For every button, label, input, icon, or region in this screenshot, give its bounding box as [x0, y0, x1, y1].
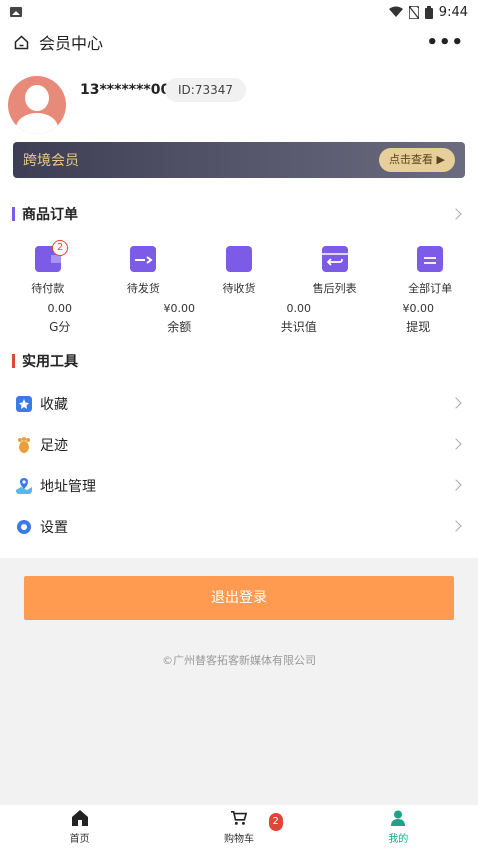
user-id-badge: ID:73347: [165, 78, 246, 102]
orders-section-title: 商品订单: [22, 207, 78, 223]
main-content: 13*******00 ID:73347 跨境会员 点击查看 ▶ 商品订单 2 …: [0, 60, 478, 558]
tool-favorites[interactable]: 收藏: [16, 394, 68, 414]
order-all[interactable]: 全部订单: [382, 246, 478, 296]
stat-withdraw[interactable]: ¥0.00 提现: [359, 302, 478, 335]
stat-balance[interactable]: ¥0.00 余额: [120, 302, 240, 335]
gear-icon: [17, 520, 31, 534]
logout-button[interactable]: 退出登录: [24, 576, 454, 620]
tool-label: 足迹: [40, 438, 68, 454]
address-chevron-right-icon[interactable]: [450, 479, 462, 491]
stat-label: 提现: [406, 320, 431, 334]
avatar[interactable]: [8, 76, 66, 134]
tool-label: 地址管理: [40, 479, 96, 495]
pending-payment-badge: 2: [52, 240, 68, 256]
stat-label: 余额: [167, 320, 192, 334]
tab-home[interactable]: 首页: [0, 805, 159, 850]
tool-address-management[interactable]: 地址管理: [16, 476, 96, 496]
order-label: 售后列表: [312, 282, 357, 295]
stat-value: 0.00: [286, 302, 312, 315]
shipment-box-icon: [130, 246, 157, 272]
favorites-chevron-right-icon[interactable]: [450, 397, 462, 409]
order-label: 待发货: [126, 282, 160, 295]
return-box-icon: [321, 246, 348, 272]
footprints-chevron-right-icon[interactable]: [450, 438, 462, 450]
tool-settings[interactable]: 设置: [16, 517, 68, 537]
settings-chevron-right-icon[interactable]: [450, 520, 462, 532]
stat-value: ¥0.00: [402, 302, 435, 315]
image-notification-icon: [10, 7, 22, 17]
order-label: 待付款: [31, 282, 65, 295]
star-badge-icon: [16, 396, 32, 412]
user-phone: 13*******00: [80, 82, 171, 98]
bottom-tab-bar: 首页 购物车 2 我的: [0, 805, 478, 850]
tools-section-header: 实用工具: [12, 351, 78, 371]
status-bar: 9:44: [0, 0, 478, 24]
more-icon[interactable]: •••: [426, 32, 464, 53]
stat-label: G分: [49, 320, 71, 334]
stat-g-points[interactable]: 0.00 G分: [0, 302, 120, 335]
tab-cart[interactable]: 购物车 2: [159, 805, 318, 850]
home-icon[interactable]: [14, 34, 29, 50]
app-header: 会员中心 •••: [0, 24, 478, 60]
page-title: 会员中心: [39, 34, 104, 53]
stat-consensus[interactable]: 0.00 共识值: [239, 302, 359, 335]
account-stats-row: 0.00 G分 ¥0.00 余额 0.00 共识值 ¥0.00 提现: [0, 302, 478, 335]
battery-icon: [424, 5, 433, 19]
cart-icon: [230, 810, 247, 825]
copyright-text: ©广州替客拓客新媒体有限公司: [162, 654, 316, 667]
order-status-row: 2 待付款 待发货 待收货 售后列表 全部订单: [0, 240, 478, 296]
vip-banner[interactable]: 跨境会员 点击查看 ▶: [13, 142, 465, 178]
no-sim-icon: [408, 5, 419, 19]
tools-section-title: 实用工具: [22, 354, 78, 370]
stat-value: ¥0.00: [163, 302, 196, 315]
vip-label: 跨境会员: [23, 153, 79, 169]
clock-time: 9:44: [438, 4, 468, 20]
tool-label: 收藏: [40, 397, 68, 413]
order-pending-receipt[interactable]: 待收货: [191, 246, 287, 296]
tool-label: 设置: [40, 520, 68, 536]
order-label: 全部订单: [408, 282, 453, 295]
order-pending-payment[interactable]: 2 待付款: [0, 240, 96, 296]
order-label: 待收货: [222, 282, 256, 295]
cart-count-badge: 2: [268, 813, 283, 831]
stat-label: 共识值: [280, 320, 317, 334]
tab-mine[interactable]: 我的: [319, 805, 478, 850]
orders-section-header: 商品订单: [12, 204, 78, 224]
tool-footprints[interactable]: 足迹: [16, 435, 68, 455]
footprint-icon: [18, 437, 30, 453]
document-icon: [417, 246, 444, 272]
order-pending-shipment[interactable]: 待发货: [96, 246, 192, 296]
home-filled-icon: [71, 810, 88, 826]
order-after-sales[interactable]: 售后列表: [287, 246, 383, 296]
tab-label: 购物车: [223, 834, 254, 845]
wifi-icon: [388, 6, 403, 17]
map-pin-icon: [16, 478, 32, 494]
stat-value: 0.00: [47, 302, 73, 315]
orders-chevron-right-icon[interactable]: [450, 208, 462, 220]
vip-view-button[interactable]: 点击查看 ▶: [379, 148, 455, 172]
tab-label: 首页: [69, 834, 90, 845]
truck-icon: [225, 246, 252, 272]
tab-label: 我的: [388, 834, 409, 845]
user-icon: [391, 810, 406, 826]
